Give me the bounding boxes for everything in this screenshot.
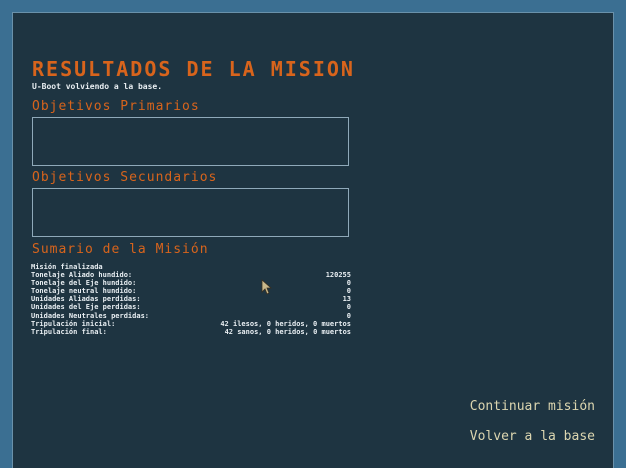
summary-value: 0 [346, 279, 351, 288]
page-title: RESULTADOS DE LA MISION [32, 57, 355, 81]
summary-row: Unidades del Eje perdidas: 0 [31, 303, 351, 311]
primary-objectives-heading: Objetivos Primarios [32, 99, 200, 114]
summary-label: Tonelaje del Eje hundido: [31, 279, 137, 288]
summary-row: Tonelaje neutral hundido: 0 [31, 287, 351, 295]
summary-row: Unidades Neutrales perdidas: 0 [31, 312, 351, 320]
summary-row: Tripulación inicial: 42 ilesos, 0 herido… [31, 320, 351, 328]
summary-value: 42 ilesos, 0 heridos, 0 muertos [220, 319, 351, 328]
primary-objectives-box [32, 117, 349, 166]
summary-label: Tonelaje Aliado hundido: [31, 271, 133, 280]
mission-summary: Misión finalizada Tonelaje Aliado hundid… [31, 263, 351, 336]
summary-value: 0 [346, 303, 351, 312]
continue-mission-button[interactable]: Continuar misión [470, 399, 595, 415]
summary-value: 0 [346, 311, 351, 320]
summary-row: Tonelaje del Eje hundido: 0 [31, 279, 351, 287]
summary-label: Tonelaje neutral hundido: [31, 287, 137, 296]
mouse-cursor-icon [261, 279, 273, 295]
summary-label: Tripulación final: [31, 327, 107, 336]
secondary-objectives-box [32, 188, 349, 237]
summary-label: Tripulación inicial: [31, 319, 116, 328]
mission-status: Misión finalizada [31, 263, 103, 271]
summary-value: 13 [342, 295, 351, 304]
summary-label: Unidades Aliadas perdidas: [31, 295, 141, 304]
status-text: U-Boot volviendo a la base. [32, 82, 163, 91]
summary-row: Tonelaje Aliado hundido: 120255 [31, 271, 351, 279]
summary-row: Tripulación final: 42 sanos, 0 heridos, … [31, 328, 351, 336]
mission-status-row: Misión finalizada [31, 263, 351, 271]
summary-label: Unidades Neutrales perdidas: [31, 311, 150, 320]
return-to-base-button[interactable]: Volver a la base [470, 429, 595, 445]
summary-value: 120255 [325, 271, 351, 280]
summary-value: 0 [346, 287, 351, 296]
summary-label: Unidades del Eje perdidas: [31, 303, 141, 312]
secondary-objectives-heading: Objetivos Secundarios [32, 170, 218, 185]
mission-summary-heading: Sumario de la Misión [32, 242, 209, 257]
summary-value: 42 sanos, 0 heridos, 0 muertos [224, 327, 351, 336]
mission-results-panel: RESULTADOS DE LA MISION U-Boot volviendo… [12, 12, 614, 468]
summary-row: Unidades Aliadas perdidas: 13 [31, 295, 351, 303]
